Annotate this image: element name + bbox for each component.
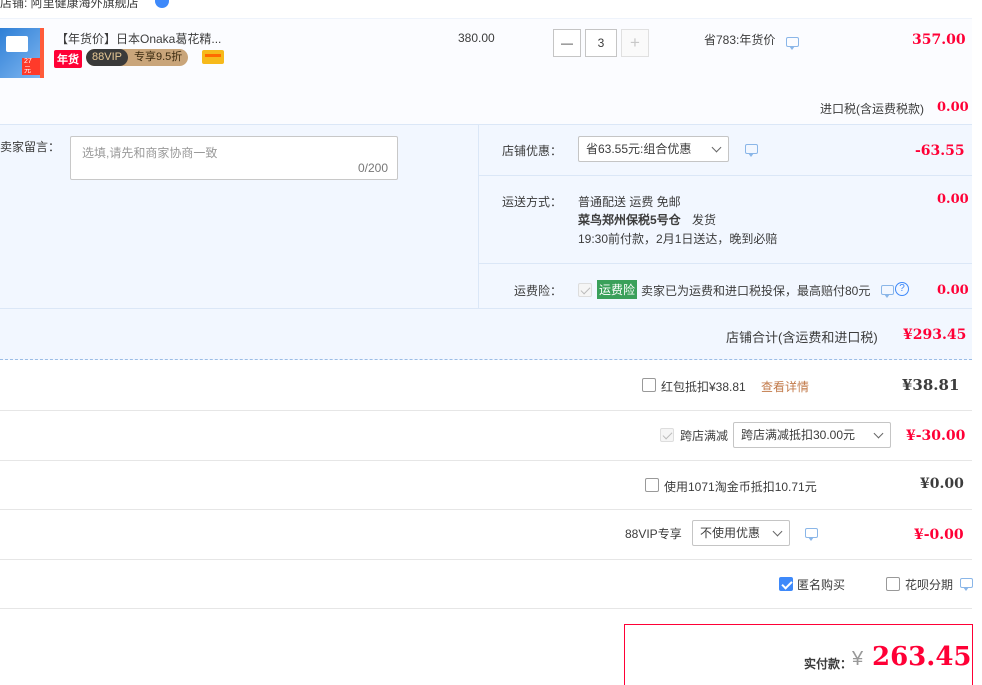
- panel-divider-vertical: [478, 124, 479, 308]
- huabei-checkbox[interactable]: [886, 577, 900, 591]
- taojinbi-value: ¥0.00: [920, 476, 964, 492]
- badge-year: 年货: [54, 50, 82, 68]
- red-packet-details-link[interactable]: 查看详情: [761, 378, 809, 395]
- shipping-warehouse: 菜鸟郑州保税5号仓: [578, 213, 681, 227]
- item-subtotal: 357.00: [912, 32, 966, 48]
- shop-info-icon[interactable]: [155, 0, 169, 8]
- chevron-down-icon: [873, 428, 884, 439]
- cross-store-select[interactable]: 跨店满减抵扣30.00元: [733, 422, 891, 448]
- row-divider: [0, 460, 972, 461]
- message-char-count: 0/200: [357, 161, 388, 175]
- freight-insurance-checkbox[interactable]: [578, 283, 592, 297]
- panel-divider: [0, 308, 972, 309]
- shop-discount-select[interactable]: 省63.55元:组合优惠: [578, 136, 729, 162]
- red-packet-checkbox[interactable]: [642, 378, 656, 392]
- payment-currency: ¥: [852, 648, 864, 670]
- item-title[interactable]: 【年货价】日本Onaka葛花精...: [56, 30, 221, 47]
- panel-divider: [478, 175, 972, 176]
- vip88-label: 88VIP专享: [625, 527, 682, 541]
- shop-discount-label: 店铺优惠：: [502, 144, 563, 158]
- shipping-dispatch: 发货: [692, 213, 717, 227]
- import-tax-value: 0.00: [937, 100, 969, 115]
- quantity-plus-button[interactable]: +: [621, 29, 649, 57]
- panel-divider: [478, 263, 972, 264]
- anonymous-label[interactable]: 匿名购买: [797, 576, 845, 593]
- row-divider: [0, 410, 972, 411]
- vip88-chat-icon[interactable]: [805, 528, 818, 541]
- shipping-delivery-promise: 19:30前付款，2月1日送达，晚到必赔: [578, 232, 778, 246]
- thumb-price-tag: 27元: [22, 58, 40, 75]
- red-packet-value: ¥38.81: [902, 376, 960, 394]
- unit-price: 380.00: [458, 31, 495, 45]
- shop-total-label: 店铺合计(含运费和进口税): [726, 330, 878, 345]
- freight-insurance-label: 运费险：: [514, 284, 563, 298]
- huabei-chat-icon[interactable]: [960, 578, 973, 591]
- shop-name[interactable]: 店铺: 阿里健康海外旗舰店: [0, 0, 139, 11]
- cross-store-label: 跨店满减: [680, 429, 729, 443]
- vip88-select[interactable]: 不使用优惠: [692, 520, 790, 546]
- item-saving: 省783:年货价: [704, 33, 776, 47]
- cross-store-selected: 跨店满减抵扣30.00元: [741, 428, 856, 442]
- shop-discount-chat-icon[interactable]: [745, 144, 758, 157]
- badge-discount-label: 专享9.5折: [133, 51, 183, 63]
- row-divider: [0, 608, 972, 609]
- chevron-down-icon: [772, 526, 783, 537]
- payment-label: 实付款：: [804, 657, 853, 671]
- huabei-label[interactable]: 花呗分期: [905, 576, 953, 593]
- row-divider: [0, 509, 972, 510]
- message-placeholder: 选填,请先和商家协商一致: [82, 146, 218, 160]
- shipping-label: 运送方式：: [502, 195, 563, 209]
- chevron-down-icon: [711, 142, 722, 153]
- cross-store-checkbox[interactable]: [660, 428, 674, 442]
- message-textarea[interactable]: 选填,请先和商家协商一致 0/200: [70, 136, 398, 180]
- help-icon[interactable]: ?: [895, 282, 909, 296]
- product-thumbnail[interactable]: 27元: [0, 28, 44, 78]
- cross-store-value: ¥-30.00: [906, 428, 966, 444]
- taojinbi-checkbox[interactable]: [645, 478, 659, 492]
- quantity-input[interactable]: 3: [585, 29, 617, 57]
- freight-insurance-chat-icon[interactable]: [881, 285, 894, 298]
- vip88-selected: 不使用优惠: [700, 526, 761, 540]
- badge-vip-label: 88VIP: [86, 49, 128, 66]
- vip88-value: ¥-0.00: [914, 527, 964, 543]
- shop-discount-value: -63.55: [915, 143, 965, 159]
- freight-insurance-tag: 运费险: [597, 280, 638, 299]
- badge-88vip: 88VIP 专享9.5折: [86, 49, 189, 66]
- shop-total-value: ¥293.45: [903, 327, 967, 343]
- import-tax-label: 进口税(含运费税款): [820, 102, 924, 116]
- row-divider: [0, 559, 972, 560]
- shipping-line1: 普通配送 运费 免邮: [578, 195, 681, 209]
- shipping-value: 0.00: [937, 192, 969, 207]
- quantity-stepper: — 3 +: [553, 29, 649, 57]
- message-label: 给卖家留言：: [0, 140, 61, 154]
- saving-chat-icon[interactable]: [786, 37, 799, 50]
- taojinbi-label: 使用1071淘金币抵扣10.71元: [664, 480, 817, 494]
- freight-insurance-value: 0.00: [937, 283, 969, 298]
- payment-value: 263.45: [872, 642, 972, 672]
- quantity-minus-button[interactable]: —: [553, 29, 581, 57]
- shop-discount-selected: 省63.55元:组合优惠: [586, 142, 692, 156]
- card-icon: [202, 50, 224, 64]
- anonymous-checkbox[interactable]: [779, 577, 793, 591]
- freight-insurance-desc: 卖家已为运费和进口税投保，最高赔付80元: [641, 284, 871, 298]
- red-packet-label: 红包抵扣¥38.81: [661, 380, 746, 394]
